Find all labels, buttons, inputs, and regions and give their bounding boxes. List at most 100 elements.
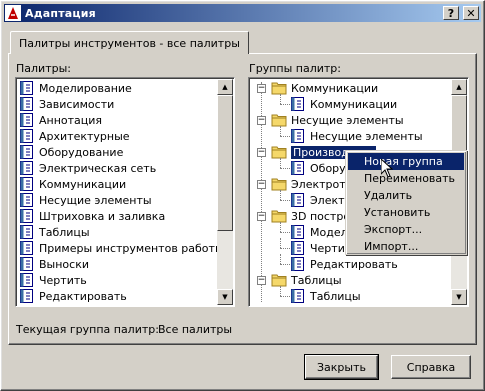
palette-icon xyxy=(291,97,304,111)
tree-node-label: Несущие элементы xyxy=(291,113,404,127)
tree-node-label: Коммуникации xyxy=(291,81,379,95)
palette-list-item[interactable]: Выноски xyxy=(20,256,89,272)
collapse-minus-icon[interactable]: − xyxy=(257,84,266,93)
close-button[interactable]: Закрыть xyxy=(304,354,379,380)
palette-list-item[interactable]: Зависимости xyxy=(20,96,114,112)
palette-item-label: Примеры инструментов работы с xyxy=(39,241,234,255)
folder-icon xyxy=(271,209,287,223)
palette-icon xyxy=(291,241,304,255)
palette-icon xyxy=(20,289,33,303)
tree-connector-line xyxy=(280,222,281,232)
menu-item-rename[interactable]: Переименовать xyxy=(348,170,464,187)
tree-group-node[interactable]: Таблицы xyxy=(271,272,342,288)
palette-icon xyxy=(291,193,304,207)
collapse-minus-icon[interactable]: − xyxy=(257,116,266,125)
palette-icon xyxy=(291,129,304,143)
collapse-minus-icon[interactable]: − xyxy=(257,148,266,157)
tree-connector-line xyxy=(280,200,290,201)
palette-item-label: Несущие элементы xyxy=(39,193,152,207)
tree-group-node[interactable]: Несущие элементы xyxy=(271,112,404,128)
palette-list-item[interactable]: Редактировать xyxy=(20,288,127,304)
tree-node-label: Таблицы xyxy=(291,273,342,287)
palette-icon xyxy=(20,81,33,95)
folder-icon xyxy=(271,145,287,159)
palette-item-label: Коммуникации xyxy=(39,177,127,191)
palette-item-label: Выноски xyxy=(39,257,89,271)
tree-node-label: Таблицы xyxy=(310,289,361,303)
palette-list-item[interactable]: Примеры инструментов работы с xyxy=(20,240,233,256)
palette-icon xyxy=(291,161,304,175)
tree-connector-line xyxy=(280,104,290,105)
palette-list-item[interactable]: Штриховка и заливка xyxy=(20,208,165,224)
tree-palette-node[interactable]: Редактировать xyxy=(291,256,398,272)
palette-icon xyxy=(20,193,33,207)
tab-all-palettes[interactable]: Палитры инструментов - все палитры xyxy=(10,31,249,54)
collapse-minus-icon[interactable]: − xyxy=(257,212,266,221)
palette-item-label: Аннотация xyxy=(39,113,103,127)
palette-icon xyxy=(20,241,33,255)
tree-connector-line xyxy=(280,232,290,233)
menu-item-import[interactable]: Импорт... xyxy=(348,238,464,255)
palette-list-item[interactable]: Аннотация xyxy=(20,112,102,128)
collapse-minus-icon[interactable]: − xyxy=(257,276,266,285)
palette-item-label: Чертить xyxy=(39,273,87,287)
palette-icon xyxy=(20,177,33,191)
tree-connector-line xyxy=(280,136,290,137)
help-question-icon[interactable]: ? xyxy=(443,6,459,20)
title-bar: Адаптация ? ✕ xyxy=(4,4,481,22)
folder-icon xyxy=(271,81,287,95)
tree-connector-line xyxy=(280,126,281,136)
palette-icon xyxy=(20,129,33,143)
palette-item-label: Архитектурные xyxy=(39,129,130,143)
palette-icon xyxy=(20,273,33,287)
palette-item-label: Штриховка и заливка xyxy=(39,209,166,223)
tree-palette-node[interactable]: Несущие элементы xyxy=(291,128,423,144)
folder-icon xyxy=(271,273,287,287)
palette-item-label: Оборудование xyxy=(39,145,124,159)
tree-group-node[interactable]: Коммуникации xyxy=(271,80,378,96)
tree-connector-line xyxy=(280,94,281,104)
window-title: Адаптация xyxy=(25,6,96,20)
palettes-list[interactable]: Моделирование Зависимости Аннотация Архитек… xyxy=(15,77,235,307)
palette-list-item[interactable]: Оборудование xyxy=(20,144,123,160)
customize-dialog: Адаптация ? ✕ Палитры инструментов - все… xyxy=(0,0,485,391)
palette-item-label: Электрическая сеть xyxy=(39,161,157,175)
palette-item-label: Таблицы xyxy=(39,225,90,239)
tree-connector-line xyxy=(280,254,281,264)
collapse-minus-icon[interactable]: − xyxy=(257,180,266,189)
palette-icon xyxy=(291,225,304,239)
scroll-thumb[interactable] xyxy=(217,95,233,231)
tree-connector-line xyxy=(280,168,290,169)
palette-icon xyxy=(20,225,33,239)
menu-item-new-group[interactable]: Новая группа xyxy=(348,153,464,170)
palette-list-item[interactable]: Архитектурные xyxy=(20,128,130,144)
palette-list-item[interactable]: Таблицы xyxy=(20,224,90,240)
folder-icon xyxy=(271,113,287,127)
palette-icon xyxy=(20,257,33,271)
menu-item-export[interactable]: Экспорт... xyxy=(348,221,464,238)
folder-icon xyxy=(271,177,287,191)
scroll-down-arrow-icon[interactable]: ▼ xyxy=(451,289,467,305)
menu-item-delete[interactable]: Удалить xyxy=(348,187,464,204)
close-icon[interactable]: ✕ xyxy=(463,6,479,20)
help-button[interactable]: Справка xyxy=(391,355,471,379)
palette-icon xyxy=(20,97,33,111)
scroll-up-arrow-icon[interactable]: ▲ xyxy=(451,79,467,95)
tree-connector-line xyxy=(280,286,281,296)
palette-item-label: Зависимости xyxy=(39,97,115,111)
context-menu: Новая группа Переименовать Удалить Устан… xyxy=(345,150,467,255)
tree-palette-node[interactable]: Таблицы xyxy=(291,288,361,304)
palettes-label: Палитры: xyxy=(16,62,71,75)
palettes-scrollbar[interactable]: ▲ ▼ xyxy=(217,79,233,305)
scroll-down-arrow-icon[interactable]: ▼ xyxy=(217,289,233,305)
palette-list-item[interactable]: Чертить xyxy=(20,272,87,288)
palette-list-item[interactable]: Моделирование xyxy=(20,80,132,96)
palette-list-item[interactable]: Коммуникации xyxy=(20,176,126,192)
menu-item-set-current[interactable]: Установить xyxy=(348,204,464,221)
tree-connector-line xyxy=(280,158,281,168)
palette-list-item[interactable]: Электрическая сеть xyxy=(20,160,156,176)
tree-connector-line xyxy=(280,248,290,249)
scroll-up-arrow-icon[interactable]: ▲ xyxy=(217,79,233,95)
tree-palette-node[interactable]: Коммуникации xyxy=(291,96,397,112)
palette-list-item[interactable]: Несущие элементы xyxy=(20,192,152,208)
